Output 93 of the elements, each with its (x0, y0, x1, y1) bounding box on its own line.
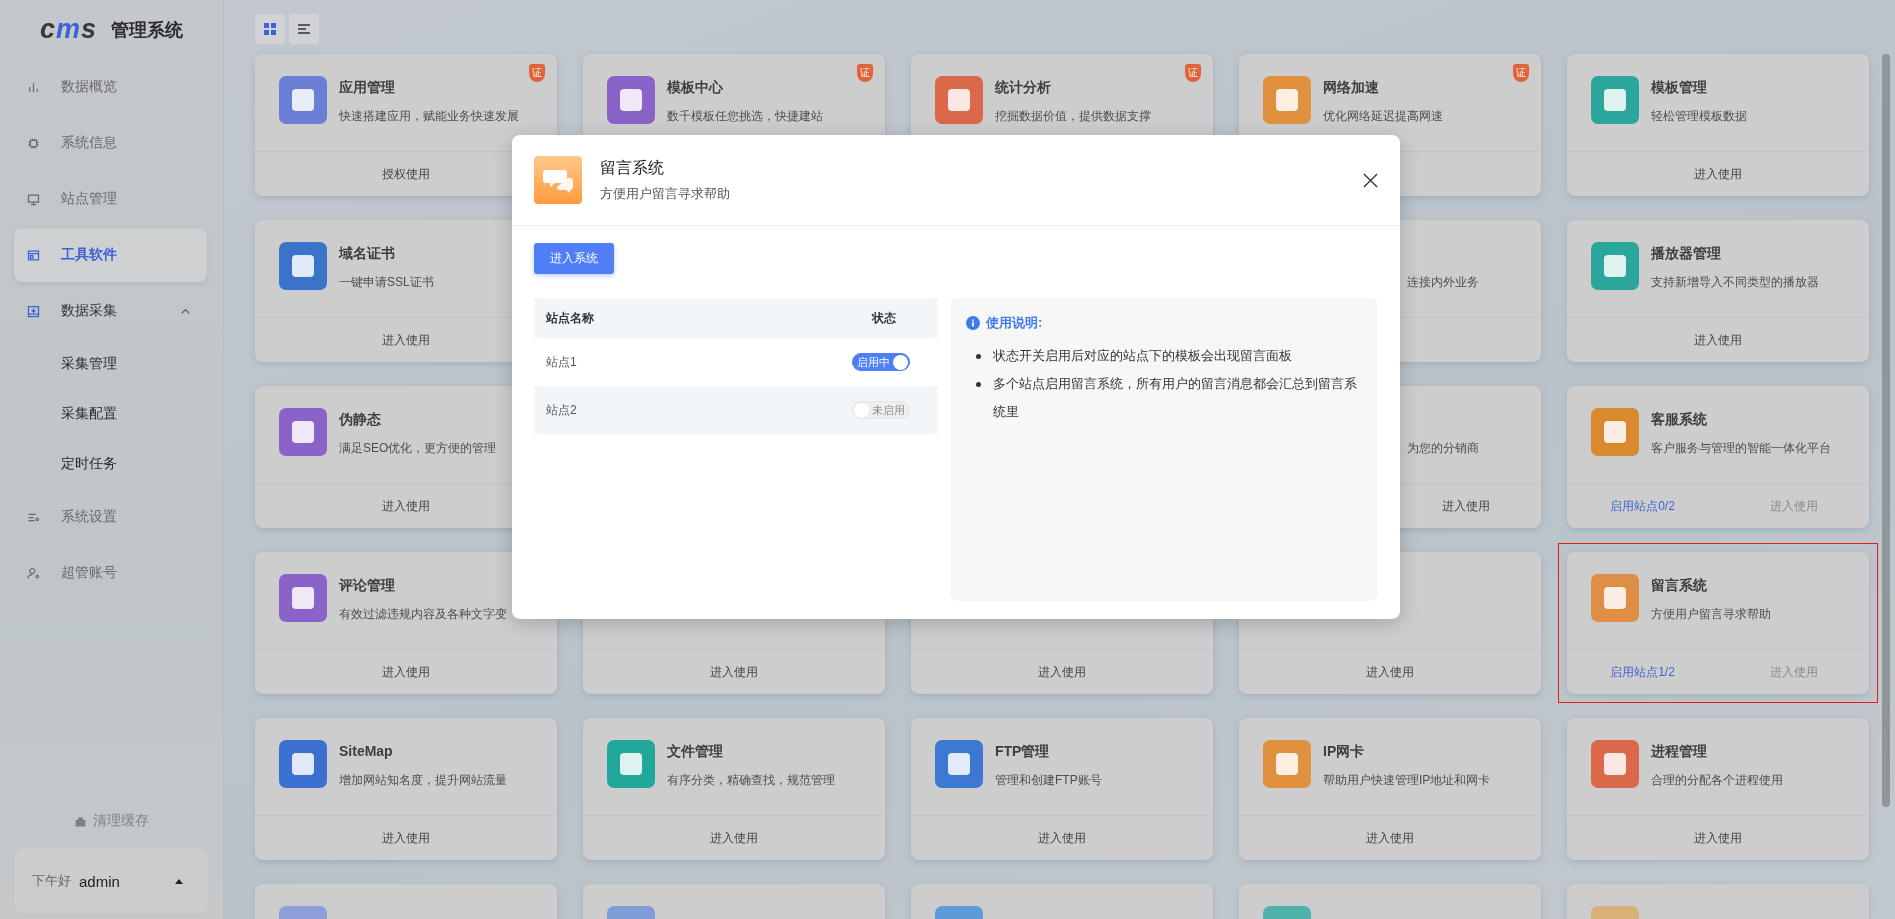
dialog-title: 留言系统 (600, 157, 665, 178)
enter-system-button[interactable]: 进入系统 (534, 243, 614, 274)
grid-icon (264, 23, 276, 35)
column-header: 站点名称 (546, 309, 595, 327)
table-cell-text: 站点1 (546, 353, 578, 371)
table-cell-text: 站点2 (546, 401, 578, 419)
card-description: 客户服务与管理的智能一体化平台 (1651, 440, 1832, 457)
use-link[interactable]: 进入使用 (710, 663, 758, 681)
use-link[interactable]: 进入使用 (382, 497, 430, 515)
card-description: 轻松管理模板数据 (1651, 108, 1748, 125)
use-link[interactable]: 进入使用 (1441, 497, 1490, 515)
status-toggle[interactable]: 启用中 (852, 353, 910, 371)
use-link[interactable]: 进入使用 (1694, 829, 1742, 847)
card-title: 客服系统 (1651, 411, 1708, 429)
card-title: IP网卡 (1323, 743, 1366, 761)
card-description: 支持新增导入不同类型的播放器 (1651, 274, 1820, 291)
card-title: 网络加速 (1323, 79, 1380, 97)
card-description: 有效过滤违规内容及各种文字变 (339, 606, 508, 623)
briefcase-icon (74, 814, 87, 828)
info-icon (966, 316, 980, 330)
use-link[interactable]: 进入使用 (1038, 829, 1086, 847)
card-description: 为您的分销商 (1406, 440, 1480, 457)
nav-item[interactable]: 数据概览 (14, 60, 207, 114)
user-menu[interactable]: 下午好 admin (14, 849, 207, 913)
app-title: 管理系统 (111, 18, 184, 42)
card-description: 满足SEO优化，更方便的管理 (339, 440, 498, 457)
card-title: 统计分析 (995, 79, 1052, 97)
card-description: 快速搭建应用，赋能业务快速发展 (339, 108, 520, 125)
card-title: 模板中心 (667, 79, 724, 97)
card-description: 管理和创建FTP账号 (995, 772, 1103, 789)
card-description: 方便用户留言寻求帮助 (1651, 606, 1772, 623)
card-description: 连接内外业务 (1406, 274, 1480, 291)
card-description: 优化网络延迟提高网速 (1323, 108, 1444, 125)
cms-logo: cms (39, 16, 98, 43)
help-title: 使用说明: (986, 314, 1043, 332)
nav-item[interactable]: 系统信息 (14, 116, 207, 170)
certified-badge: 证 (1185, 64, 1201, 82)
nav-subitem[interactable]: 采集管理 (0, 339, 223, 389)
use-link[interactable]: 进入使用 (1366, 663, 1414, 681)
help-text: 多个站点启用留言系统，所有用户的留言消息都会汇总到留言系统里 (993, 375, 1358, 421)
card-title: 应用管理 (339, 79, 396, 97)
use-link[interactable]: 进入使用 (382, 663, 430, 681)
use-link[interactable]: 授权使用 (382, 165, 430, 183)
list-icon (298, 23, 310, 35)
card-description: 挖掘数据价值，提供数据支撑 (995, 108, 1152, 125)
certified-badge: 证 (1513, 64, 1529, 82)
use-link[interactable]: 进入使用 (1694, 165, 1742, 183)
card-title: 伪静态 (339, 411, 382, 429)
nav-item[interactable]: 站点管理 (14, 172, 207, 226)
nav-subitem[interactable]: 采集配置 (0, 389, 223, 439)
card-title: FTP管理 (995, 743, 1051, 761)
nav-item[interactable]: 数据采集 (14, 284, 207, 338)
card-title: 模板管理 (1651, 79, 1708, 97)
enabled-sites-link[interactable]: 启用站点0/2 (1610, 497, 1675, 515)
bullet-icon (976, 354, 981, 359)
chat-bubbles-icon (534, 156, 582, 204)
grid-view-button[interactable] (255, 14, 285, 44)
nav-subitem[interactable]: 定时任务 (0, 439, 223, 489)
card-title: 留言系统 (1651, 577, 1708, 595)
card-description: 增加网站知名度，提升网站流量 (339, 772, 508, 789)
window-icon (26, 247, 41, 263)
monitor-icon (26, 191, 41, 207)
card-title: 文件管理 (667, 743, 724, 761)
card-description: 有序分类，精确查找，规范管理 (667, 772, 836, 789)
dialog-subtitle: 方便用户留言寻求帮助 (600, 184, 731, 203)
caret-icon (175, 878, 183, 884)
certified-badge: 证 (857, 64, 873, 82)
download-box-icon (26, 303, 41, 319)
use-link[interactable]: 进入使用 (1038, 663, 1086, 681)
use-link[interactable]: 进入使用 (382, 829, 430, 847)
card-title: 域名证书 (339, 245, 396, 263)
nav-item[interactable]: 工具软件 (14, 228, 207, 282)
certified-badge: 证 (529, 64, 545, 82)
card-description: 一键申请SSL证书 (339, 274, 435, 291)
use-link[interactable]: 进入使用 (1366, 829, 1414, 847)
scrollbar-thumb[interactable] (1882, 54, 1890, 807)
use-link[interactable]: 进入使用 (710, 829, 758, 847)
user-icon (26, 565, 41, 581)
card-title: SiteMap (339, 743, 394, 761)
card-description: 合理的分配各个进程使用 (1651, 772, 1784, 789)
card-title: 进程管理 (1651, 743, 1708, 761)
card-description: 数千模板任您挑选，快捷建站 (667, 108, 824, 125)
card-description: 帮助用户快速管理IP地址和网卡 (1323, 772, 1492, 789)
use-link[interactable]: 进入使用 (1694, 331, 1742, 349)
card-title: 评论管理 (339, 577, 396, 595)
bullet-icon (976, 382, 981, 387)
card-title: 播放器管理 (1651, 245, 1722, 263)
list-view-button[interactable] (289, 14, 319, 44)
help-text: 状态开关启用后对应的站点下的模板会出现留言面板 (993, 347, 1293, 365)
close-icon[interactable] (1363, 172, 1378, 188)
use-link[interactable]: 进入使用 (382, 331, 430, 349)
column-header: 状态 (872, 309, 896, 327)
enabled-sites-link[interactable]: 启用站点1/2 (1610, 663, 1675, 681)
